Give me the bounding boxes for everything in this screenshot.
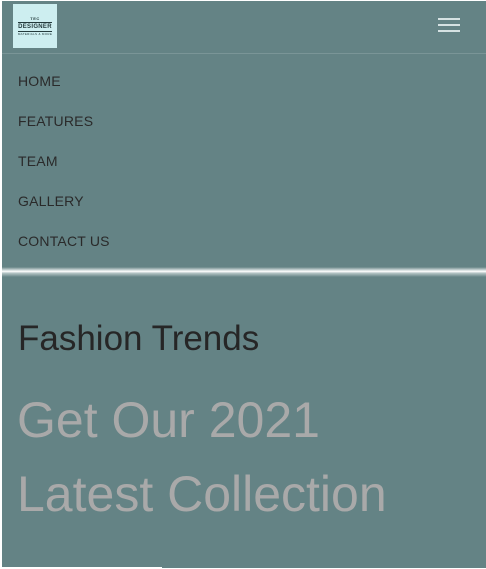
nav-item-gallery[interactable]: GALLERY	[2, 181, 486, 221]
nav-item-home[interactable]: HOME	[2, 61, 486, 101]
nav-divider	[2, 267, 486, 277]
logo-text-top: TEC	[30, 15, 40, 21]
nav-menu: HOME FEATURES TEAM GALLERY CONTACT US	[2, 61, 486, 261]
hamburger-icon[interactable]	[438, 18, 460, 34]
hamburger-bar	[438, 24, 460, 26]
hero-subtitle: Fashion Trends	[18, 319, 260, 358]
hamburger-bar	[438, 30, 460, 32]
page-frame: TEC DESIGNER MATERIALS & MORE HOME FEATU…	[2, 1, 486, 568]
logo-text-tagline: MATERIALS & MORE	[17, 31, 53, 36]
bottom-divider	[2, 567, 162, 568]
hero-title-line-1: Get Our 2021	[17, 392, 320, 448]
brand-logo[interactable]: TEC DESIGNER MATERIALS & MORE	[13, 4, 57, 48]
hero-title-line-2: Latest Collection	[17, 466, 387, 522]
top-navbar: TEC DESIGNER MATERIALS & MORE	[2, 1, 486, 54]
hero-title: Get Our 2021 Latest Collection	[17, 383, 477, 531]
logo-text-main: DESIGNER	[18, 21, 52, 32]
nav-item-features[interactable]: FEATURES	[2, 101, 486, 141]
hamburger-bar	[438, 18, 460, 20]
nav-item-contact-us[interactable]: CONTACT US	[2, 221, 486, 261]
nav-item-team[interactable]: TEAM	[2, 141, 486, 181]
